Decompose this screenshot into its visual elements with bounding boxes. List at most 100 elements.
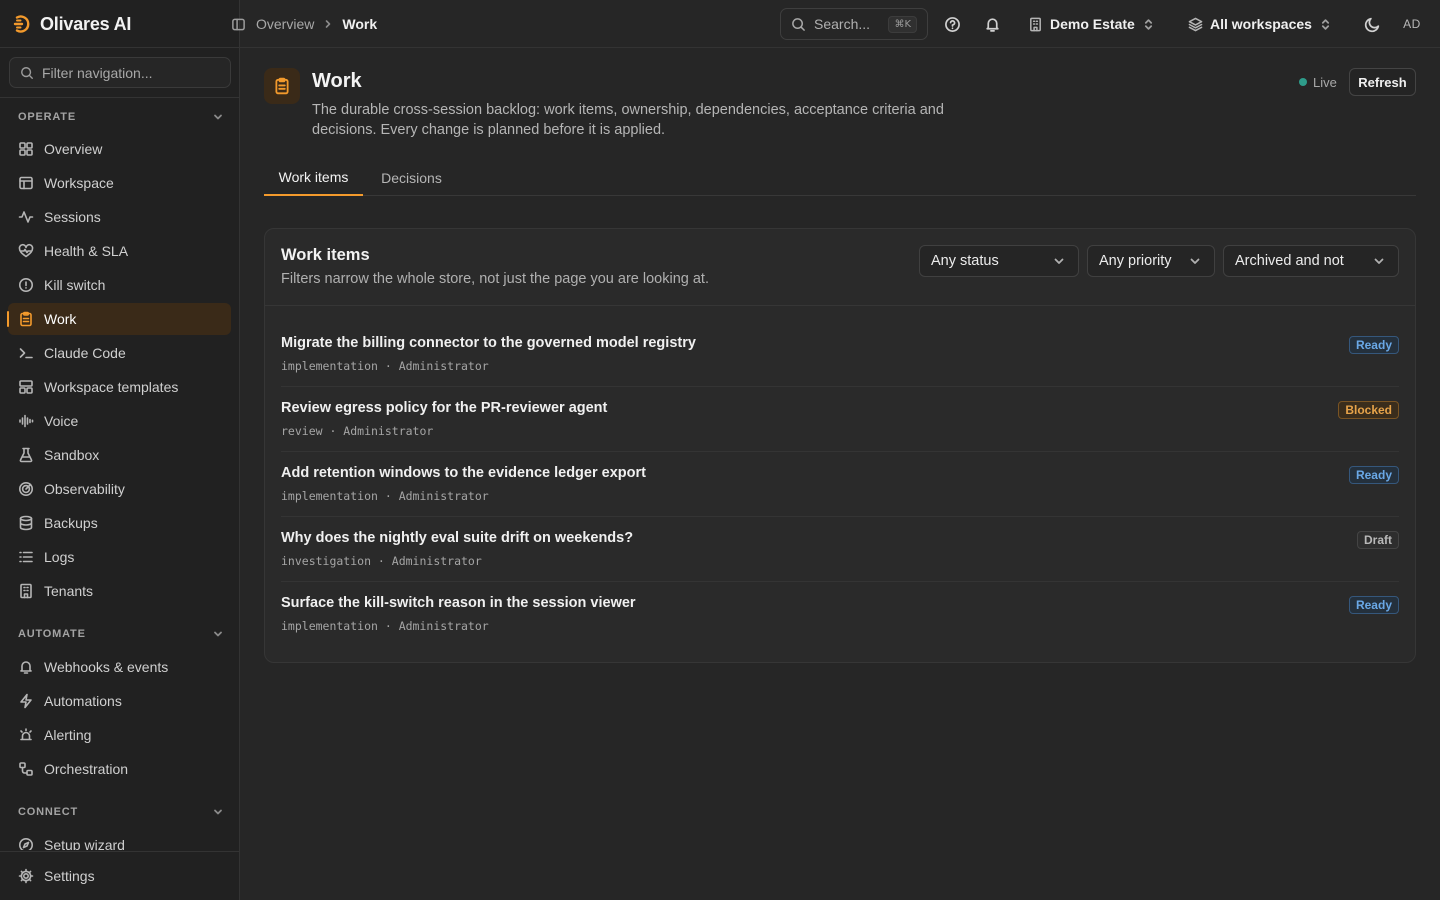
- sidebar-item-label: Webhooks & events: [44, 659, 169, 675]
- chevron-down-icon: [1054, 258, 1064, 264]
- search-button[interactable]: Search... ⌘K: [780, 8, 928, 40]
- sidebar-item-label: Health & SLA: [44, 243, 129, 259]
- sidebar-item-workspace-templates[interactable]: Workspace templates: [8, 371, 231, 403]
- sidebar-item-health-sla[interactable]: Health & SLA: [8, 235, 231, 267]
- sidebar-item-label: Alerting: [44, 727, 92, 743]
- sidebar-item-label: Claude Code: [44, 345, 126, 361]
- sidebar-item-automations[interactable]: Automations: [8, 685, 231, 717]
- section-title: OPERATE: [18, 111, 76, 123]
- search-icon: [21, 66, 33, 79]
- chevron-down-icon: [1374, 258, 1384, 264]
- help-button[interactable]: [940, 12, 964, 36]
- sidebar-item-orchestration[interactable]: Orchestration: [8, 753, 231, 785]
- priority-filter-select[interactable]: Any priority: [1087, 245, 1215, 277]
- work-items-card: Work items Filters narrow the whole stor…: [264, 228, 1416, 663]
- grid-icon: [19, 142, 33, 156]
- sidebar-item-voice[interactable]: Voice: [8, 405, 231, 437]
- sidebar-toggle-button[interactable]: [228, 14, 248, 34]
- sidebar-footer: Settings: [0, 851, 239, 900]
- sidebar-item-label: Tenants: [44, 583, 94, 599]
- live-indicator: Live: [1299, 73, 1337, 91]
- tab-decisions[interactable]: Decisions: [369, 160, 454, 196]
- filter-navigation-field[interactable]: [9, 57, 231, 88]
- sidebar-item-kill-switch[interactable]: Kill switch: [8, 269, 231, 301]
- clipboard-icon: [275, 77, 289, 95]
- chevron-down-icon: [214, 631, 222, 637]
- alert-circle-icon: [19, 278, 33, 292]
- filter-navigation-input[interactable]: [42, 64, 222, 81]
- flask-icon: [19, 447, 33, 463]
- live-status-dot: [1299, 78, 1307, 86]
- refresh-button[interactable]: Refresh: [1349, 68, 1416, 96]
- tab-work-items[interactable]: Work items: [264, 160, 363, 196]
- sidebar-item-logs[interactable]: Logs: [8, 541, 231, 573]
- sidebar-item-label: Voice: [44, 413, 79, 429]
- sidebar-item-label: Workspace: [44, 175, 114, 191]
- sidebar-item-label: Settings: [44, 868, 95, 884]
- card-title: Work items: [281, 246, 370, 264]
- sidebar-item-tenants[interactable]: Tenants: [8, 575, 231, 607]
- panel-left-icon: [231, 18, 245, 30]
- page-description: The durable cross-session backlog: work …: [312, 102, 944, 138]
- tab-bar: Work items Decisions: [264, 160, 1416, 196]
- page-icon: [264, 68, 300, 104]
- brand-logo-icon: [12, 14, 32, 34]
- zap-icon: [20, 693, 32, 709]
- card-subtitle: Filters narrow the whole store, not just…: [281, 271, 709, 287]
- sidebar-item-claude-code[interactable]: Claude Code: [8, 337, 231, 369]
- chevron-down-icon: [214, 114, 222, 120]
- status-badge: Draft: [1356, 531, 1399, 549]
- clipboard-icon: [20, 311, 32, 327]
- sidebar-item-overview[interactable]: Overview: [8, 133, 231, 165]
- work-item-row[interactable]: Migrate the billing connector to the gov…: [281, 322, 1399, 387]
- section-header-automate[interactable]: AUTOMATE: [18, 626, 224, 642]
- work-item-title: Surface the kill-switch reason in the se…: [281, 595, 636, 611]
- sidebar-item-label: Backups: [44, 515, 98, 531]
- section-header-connect[interactable]: CONNECT: [18, 804, 224, 820]
- archived-filter-select[interactable]: Archived and not: [1223, 245, 1399, 277]
- sidebar-item-sandbox[interactable]: Sandbox: [8, 439, 231, 471]
- sidebar-item-alerting[interactable]: Alerting: [8, 719, 231, 751]
- sidebar-item-work[interactable]: Work: [7, 303, 231, 335]
- sidebar-item-webhooks-events[interactable]: Webhooks & events: [8, 651, 231, 683]
- activity-icon: [18, 211, 34, 223]
- building-icon: [20, 583, 32, 599]
- estate-switcher[interactable]: Demo Estate: [1028, 12, 1155, 36]
- sidebar-item-setup-wizard[interactable]: Setup wizard: [8, 829, 231, 850]
- work-item-row[interactable]: Add retention windows to the evidence le…: [281, 452, 1399, 517]
- sidebar-item-backups[interactable]: Backups: [8, 507, 231, 539]
- sidebar-item-settings[interactable]: Settings: [8, 860, 231, 892]
- sidebar-item-workspace[interactable]: Workspace: [8, 167, 231, 199]
- status-badge: Ready: [1348, 596, 1399, 614]
- theme-toggle-button[interactable]: [1360, 12, 1384, 36]
- siren-icon: [20, 728, 32, 741]
- work-item-title: Review egress policy for the PR-reviewer…: [281, 400, 608, 416]
- radar-icon: [19, 482, 33, 496]
- work-item-row[interactable]: Surface the kill-switch reason in the se…: [281, 582, 1399, 647]
- brand[interactable]: Olivares AI: [12, 12, 131, 36]
- breadcrumb-item-overview[interactable]: Overview: [256, 16, 314, 32]
- work-item-row[interactable]: Why does the nightly eval suite drift on…: [281, 517, 1399, 582]
- work-item-meta: investigation · Administrator: [281, 554, 482, 568]
- sidebar-item-sessions[interactable]: Sessions: [8, 201, 231, 233]
- sidebar-item-label: Sessions: [44, 209, 101, 225]
- sidebar-item-label: Logs: [44, 549, 75, 565]
- archived-filter-value: Archived and not: [1235, 253, 1344, 269]
- breadcrumb: Overview Work: [228, 12, 377, 36]
- sidebar-item-label: Setup wizard: [44, 837, 125, 850]
- work-item-meta: implementation · Administrator: [281, 489, 489, 503]
- live-label: Live: [1313, 74, 1337, 90]
- workspace-switcher[interactable]: All workspaces: [1188, 12, 1332, 36]
- search-label: Search...: [814, 16, 871, 32]
- terminal-icon: [19, 348, 33, 359]
- sidebar-item-observability[interactable]: Observability: [8, 473, 231, 505]
- avatar[interactable]: AD: [1398, 10, 1426, 38]
- status-filter-select[interactable]: Any status: [919, 245, 1079, 277]
- estate-name: Demo Estate: [1050, 16, 1135, 32]
- section-header-operate[interactable]: OPERATE: [18, 109, 224, 125]
- work-item-row[interactable]: Review egress policy for the PR-reviewer…: [281, 387, 1399, 452]
- layers-icon: [1188, 17, 1203, 31]
- building-icon: [1030, 17, 1041, 31]
- notifications-button[interactable]: [980, 12, 1004, 36]
- list-icon: [19, 551, 33, 563]
